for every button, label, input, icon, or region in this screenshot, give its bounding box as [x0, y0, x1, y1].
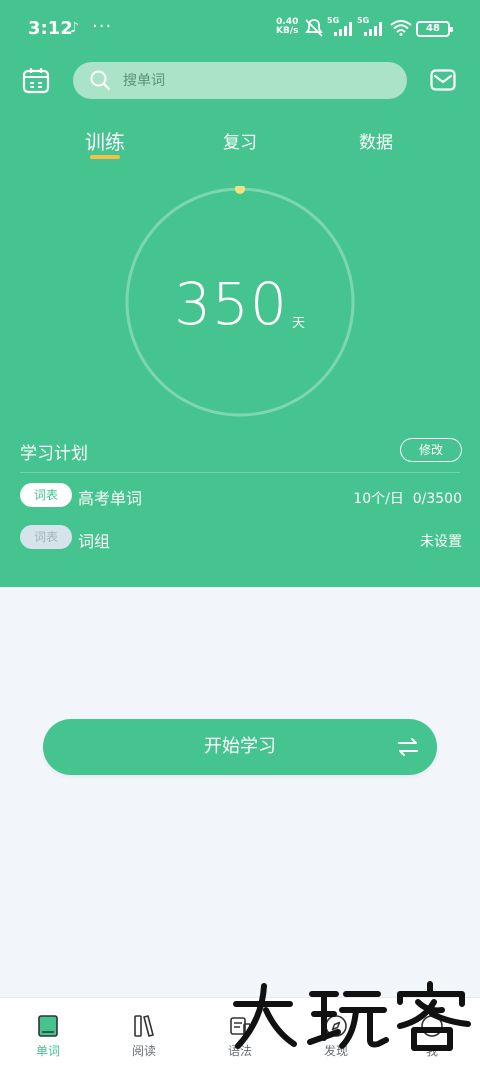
divider: [20, 472, 460, 473]
days-unit: 天: [292, 316, 306, 331]
tab-data[interactable]: 数据: [359, 128, 393, 153]
phrase-list-tag[interactable]: 词表: [20, 525, 72, 549]
status-time: 3:12: [28, 18, 73, 39]
books-icon: [134, 1015, 154, 1037]
phrase-book-name[interactable]: 词组: [78, 528, 110, 552]
signal-icon: [334, 22, 352, 36]
mail-icon[interactable]: [430, 69, 456, 91]
wifi-icon: [390, 20, 412, 36]
start-learning-label: 开始学习: [204, 736, 276, 757]
days-count: 350: [174, 270, 288, 338]
watermark-logo: [233, 981, 471, 1051]
phrase-status: 未设置: [420, 534, 462, 550]
plan-progress: 10个/日 0/3500: [353, 488, 462, 508]
mute-icon: [305, 19, 323, 37]
more-notifications-icon: ···: [92, 16, 113, 37]
active-tab-indicator: [90, 155, 120, 159]
calendar-icon[interactable]: [22, 66, 50, 94]
days-display: 350 天: [0, 270, 480, 338]
tab-training[interactable]: 训练: [85, 126, 125, 155]
plan-title: 学习计划: [20, 444, 88, 464]
nav-item-words[interactable]: 单词: [0, 998, 96, 1067]
start-learning-button[interactable]: 开始学习: [43, 719, 437, 775]
word-count: 0/3500: [412, 491, 462, 507]
wordbook-name[interactable]: 高考单词: [78, 485, 142, 509]
nav-label: 阅读: [131, 1044, 156, 1058]
status-bar: 3:12 ♪ ··· 0.40 KB/s 5G 5G 48: [0, 0, 480, 58]
wordlist-tag[interactable]: 词表: [20, 483, 72, 507]
network-speed: 0.40 KB/s: [276, 17, 299, 36]
nav-item-reading[interactable]: 阅读: [96, 998, 192, 1067]
progress-dot: [235, 186, 245, 194]
nav-label: 单词: [35, 1044, 60, 1058]
edit-plan-button[interactable]: 修改: [400, 438, 462, 462]
search-bar[interactable]: [73, 62, 407, 99]
battery-indicator: 48: [416, 21, 453, 37]
book-icon: [38, 1015, 58, 1037]
search-icon: [90, 70, 111, 91]
swap-icon[interactable]: [397, 736, 419, 758]
search-input[interactable]: [123, 62, 393, 99]
signal-icon: [364, 22, 382, 36]
notification-icon: ♪: [70, 20, 79, 36]
daily-rate: 10个/日: [353, 491, 404, 507]
tab-review[interactable]: 复习: [223, 128, 257, 153]
